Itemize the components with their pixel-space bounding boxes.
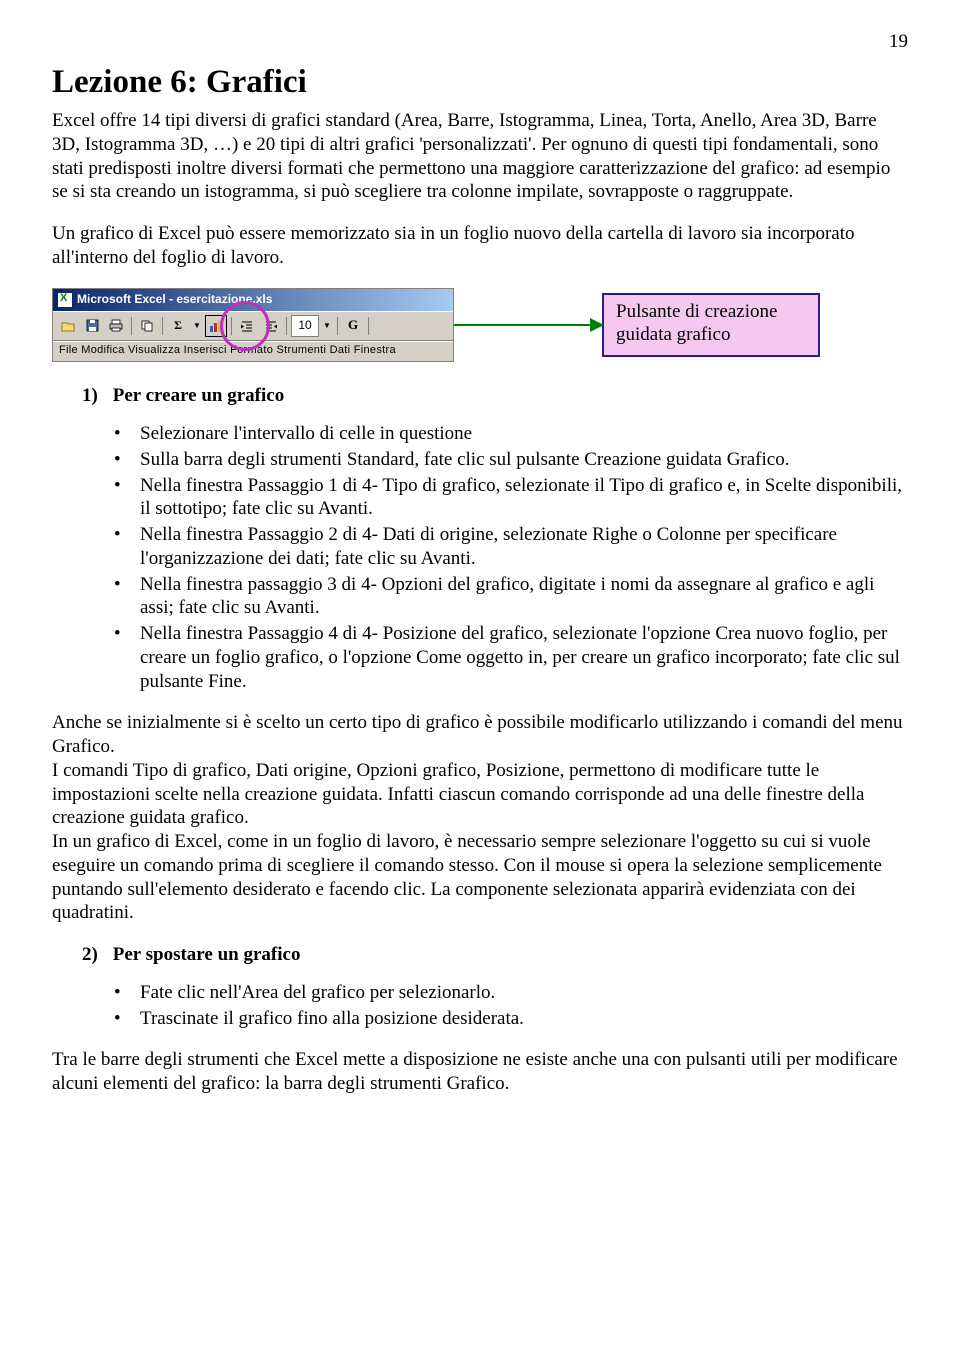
- intro-paragraph-2: Un grafico di Excel può essere memorizza…: [52, 222, 908, 270]
- section-2-title: Per spostare un grafico: [113, 944, 301, 965]
- list-item: Nella finestra Passaggio 2 di 4- Dati di…: [114, 523, 908, 571]
- save-icon: [81, 315, 103, 337]
- arrow-icon: [454, 324, 602, 326]
- section-1-heading: 1) Per creare un grafico: [82, 384, 908, 408]
- list-item: Trascinate il grafico fino alla posizion…: [114, 1007, 908, 1031]
- section-1-number: 1): [82, 384, 108, 408]
- closing-paragraph: Tra le barre degli strumenti che Excel m…: [52, 1048, 908, 1096]
- fontsize-box: 10: [291, 315, 319, 337]
- section-2-heading: 2) Per spostare un grafico: [82, 943, 908, 967]
- section-2-number: 2): [82, 943, 108, 967]
- toolbar-separator: [337, 317, 338, 335]
- section-1-title: Per creare un grafico: [113, 385, 284, 406]
- menu-bar: File Modifica Visualizza Inserisci Forma…: [53, 341, 453, 362]
- page-number: 19: [52, 30, 908, 54]
- bold-icon: G: [342, 315, 364, 337]
- body-paragraph: I comandi Tipo di grafico, Dati origine,…: [52, 759, 908, 830]
- dropdown-icon: ▼: [321, 315, 333, 337]
- window-titlebar: Microsoft Excel - esercitazione.xls: [53, 289, 453, 311]
- indent-left-icon: [236, 315, 258, 337]
- print-icon: [105, 315, 127, 337]
- page-title: Lezione 6: Grafici: [52, 62, 908, 103]
- window-title: Microsoft Excel - esercitazione.xls: [77, 292, 272, 307]
- callout-box: Pulsante di creazione guidata grafico: [602, 293, 820, 357]
- body-paragraph: Anche se inizialmente si è scelto un cer…: [52, 711, 908, 759]
- toolbar-separator: [231, 317, 232, 335]
- section-1-list: Selezionare l'intervallo di celle in que…: [114, 422, 908, 693]
- copy-icon: [136, 315, 158, 337]
- excel-app-icon: [57, 292, 73, 308]
- toolbar-separator: [286, 317, 287, 335]
- excel-toolbar-mock: Microsoft Excel - esercitazione.xls Σ ▼: [52, 288, 454, 363]
- toolbar-separator: [131, 317, 132, 335]
- list-item: Sulla barra degli strumenti Standard, fa…: [114, 448, 908, 472]
- autosum-icon: Σ: [167, 315, 189, 337]
- toolbar-figure: Microsoft Excel - esercitazione.xls Σ ▼: [52, 288, 908, 363]
- toolbar-separator: [368, 317, 369, 335]
- open-icon: [57, 315, 79, 337]
- standard-toolbar: Σ ▼ 10 ▼ G: [53, 311, 453, 341]
- toolbar-separator: [162, 317, 163, 335]
- list-item: Nella finestra passaggio 3 di 4- Opzioni…: [114, 573, 908, 621]
- list-item: Nella finestra Passaggio 4 di 4- Posizio…: [114, 622, 908, 693]
- list-item: Fate clic nell'Area del grafico per sele…: [114, 981, 908, 1005]
- section-2-list: Fate clic nell'Area del grafico per sele…: [114, 981, 908, 1031]
- list-item: Selezionare l'intervallo di celle in que…: [114, 422, 908, 446]
- body-paragraph: In un grafico di Excel, come in un fogli…: [52, 830, 908, 925]
- indent-right-icon: [260, 315, 282, 337]
- chart-wizard-icon: [205, 315, 227, 337]
- dropdown-icon: ▼: [191, 315, 203, 337]
- list-item: Nella finestra Passaggio 1 di 4- Tipo di…: [114, 474, 908, 522]
- intro-paragraph-1: Excel offre 14 tipi diversi di grafici s…: [52, 109, 908, 204]
